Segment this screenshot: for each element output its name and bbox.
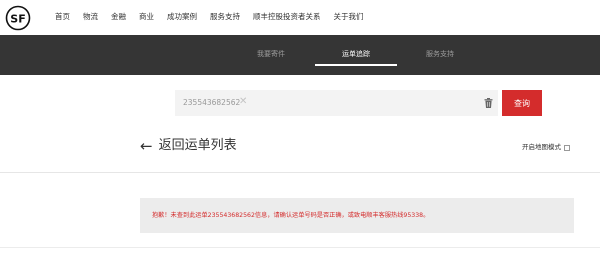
tab-service-support[interactable]: 服务支持 bbox=[426, 49, 454, 59]
waybill-search-field[interactable]: 235543682562 ✕ bbox=[175, 90, 498, 116]
nav-item-finance[interactable]: 金融 bbox=[111, 11, 126, 23]
alert-message: 抱歉！未查到此运单235543682562信息，请确认运单号码是否正确，或致电顺… bbox=[152, 212, 430, 219]
top-nav: SF 首页 物流 金融 商业 成功案例 服务支持 顺丰控股投资者关系 关于我们 bbox=[0, 0, 600, 35]
nav-item-investors[interactable]: 顺丰控股投资者关系 bbox=[253, 11, 321, 23]
nav-item-home[interactable]: 首页 bbox=[55, 11, 70, 23]
sub-nav: 我要寄件 运单追踪 服务支持 bbox=[0, 35, 600, 75]
map-mode-label: 开启地图模式 bbox=[522, 143, 561, 151]
map-mode-toggle[interactable]: 开启地图模式 bbox=[522, 143, 570, 152]
active-tab-indicator bbox=[315, 64, 397, 66]
nav-item-about[interactable]: 关于我们 bbox=[334, 11, 364, 23]
search-input[interactable]: 235543682562 bbox=[183, 98, 240, 108]
tab-send-package[interactable]: 我要寄件 bbox=[257, 49, 285, 59]
nav-item-business[interactable]: 商业 bbox=[139, 11, 154, 23]
back-label: 返回运单列表 bbox=[158, 138, 237, 153]
tab-waybill-tracking[interactable]: 运单追踪 bbox=[342, 49, 370, 59]
arrow-left-icon: ← bbox=[140, 137, 153, 155]
back-to-list-link[interactable]: ← 返回运单列表 bbox=[140, 136, 237, 156]
divider bbox=[0, 247, 600, 248]
nav-item-logistics[interactable]: 物流 bbox=[83, 11, 98, 23]
map-mode-checkbox[interactable] bbox=[564, 144, 570, 151]
trash-icon[interactable] bbox=[484, 98, 493, 108]
clear-icon[interactable]: ✕ bbox=[239, 96, 247, 108]
query-button[interactable]: 查询 bbox=[502, 90, 542, 116]
svg-text:SF: SF bbox=[10, 13, 25, 26]
not-found-alert: 抱歉！未查到此运单235543682562信息，请确认运单号码是否正确，或致电顺… bbox=[140, 198, 574, 233]
main-menu: 首页 物流 金融 商业 成功案例 服务支持 顺丰控股投资者关系 关于我们 bbox=[55, 11, 377, 23]
sf-logo-icon[interactable]: SF bbox=[5, 5, 31, 31]
nav-item-support[interactable]: 服务支持 bbox=[210, 11, 240, 23]
divider bbox=[0, 172, 600, 173]
nav-item-cases[interactable]: 成功案例 bbox=[167, 11, 197, 23]
